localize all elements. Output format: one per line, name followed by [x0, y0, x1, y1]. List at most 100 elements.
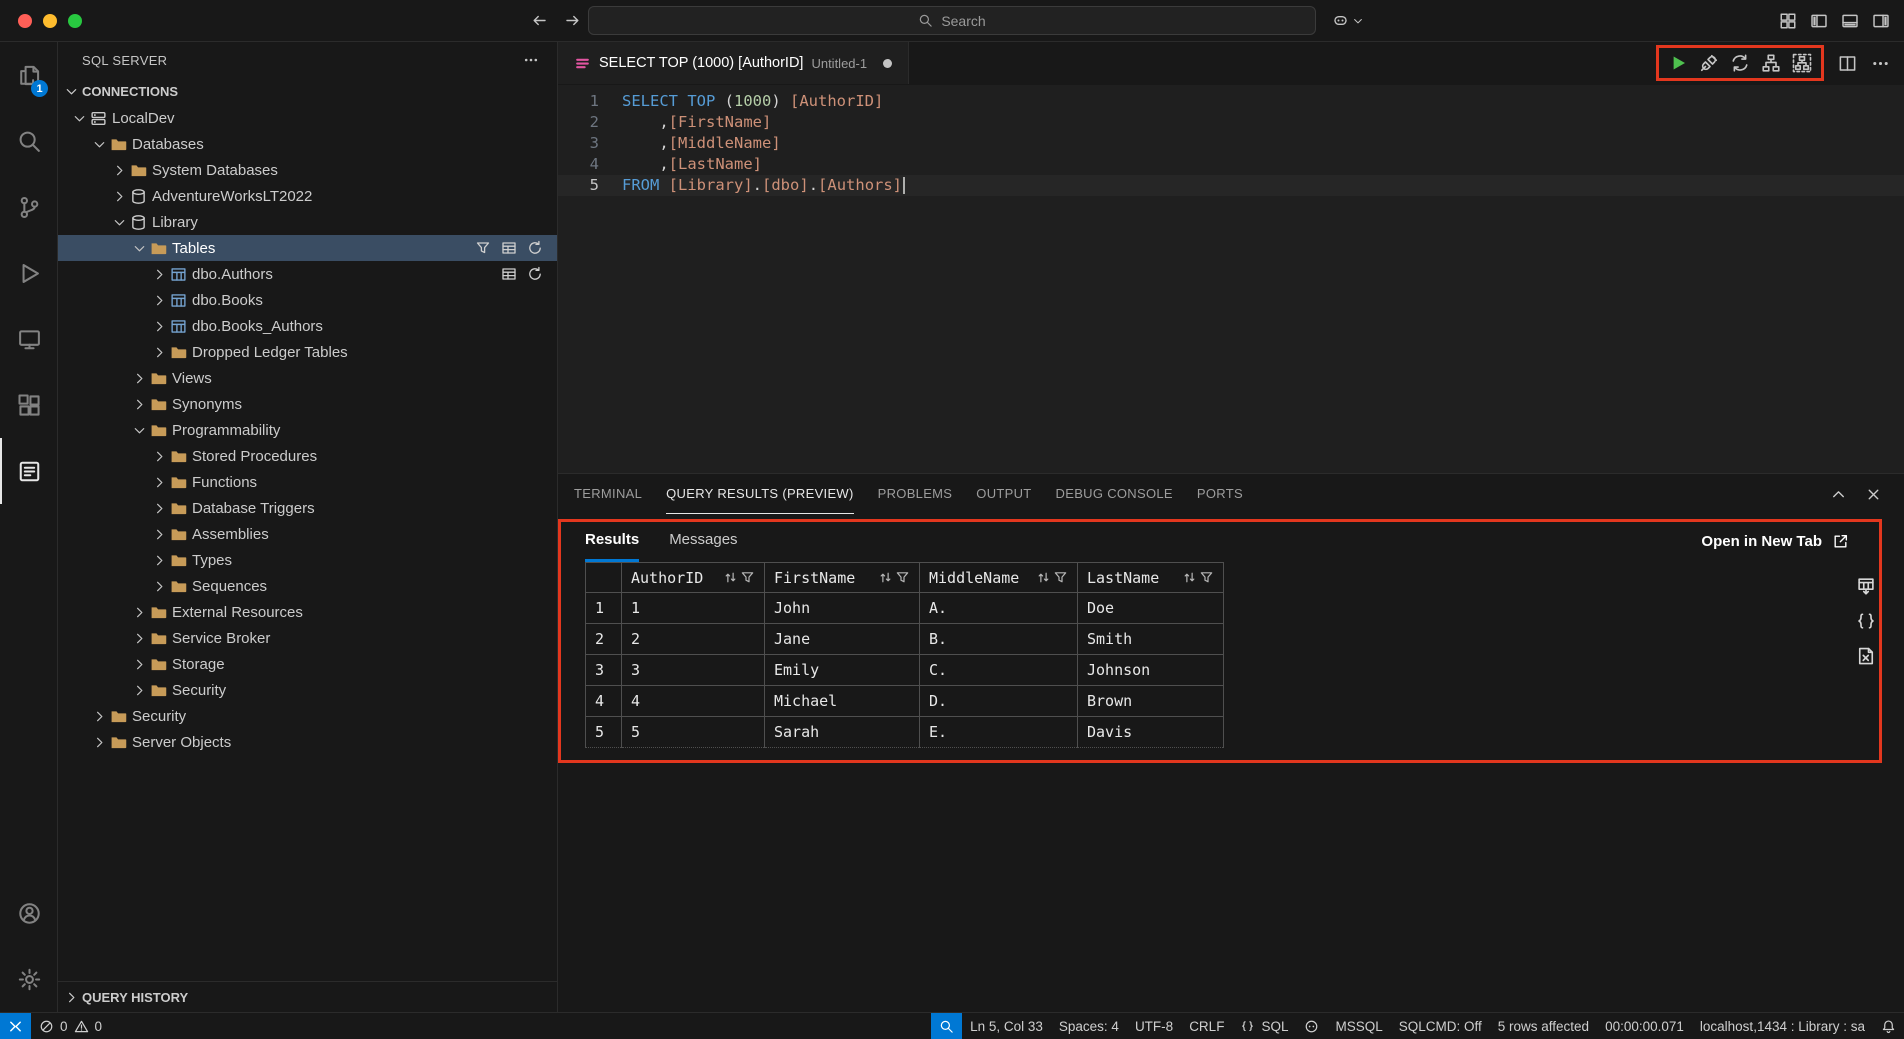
activity-bar-item-explorer[interactable]: 1	[0, 42, 57, 108]
tree-item-synonyms[interactable]: Synonyms	[58, 391, 557, 417]
command-center-search[interactable]: Search	[588, 6, 1316, 35]
toggle-panel-icon[interactable]	[1841, 12, 1859, 30]
row-number-cell[interactable]: 3	[586, 655, 622, 686]
disconnect-icon[interactable]	[1699, 53, 1719, 73]
connections-section-header[interactable]: CONNECTIONS	[58, 78, 557, 105]
refresh-icon[interactable]	[527, 266, 543, 282]
status-mssql-provider[interactable]: MSSQL	[1327, 1013, 1390, 1039]
tree-item-server-objects[interactable]: Server Objects	[58, 729, 557, 755]
column-header-authorid[interactable]: AuthorID	[622, 563, 765, 593]
tree-item-databases[interactable]: Databases	[58, 131, 557, 157]
refresh-icon[interactable]	[527, 240, 543, 256]
back-icon[interactable]	[531, 12, 548, 29]
grid-cell[interactable]: D.	[920, 686, 1078, 717]
status-encoding[interactable]: UTF-8	[1127, 1013, 1181, 1039]
status-zoom[interactable]	[931, 1013, 962, 1039]
split-editor-icon[interactable]	[1838, 54, 1857, 73]
grid-cell[interactable]: Brown	[1078, 686, 1224, 717]
activity-bar-item-extensions[interactable]	[0, 372, 57, 438]
panel-tab-problems[interactable]: PROBLEMS	[878, 474, 953, 514]
grid-cell[interactable]: Sarah	[765, 717, 920, 748]
grid-cell[interactable]: John	[765, 593, 920, 624]
minimize-window-button[interactable]	[43, 14, 57, 28]
toggle-secondary-sidebar-icon[interactable]	[1872, 12, 1890, 30]
close-panel-icon[interactable]	[1865, 486, 1882, 503]
tree-item-localdev[interactable]: LocalDev	[58, 105, 557, 131]
tree-item-external-resources[interactable]: External Resources	[58, 599, 557, 625]
tree-item-dbo-books[interactable]: dbo.Books	[58, 287, 557, 313]
tree-item-programmability[interactable]: Programmability	[58, 417, 557, 443]
activity-bar-item-search[interactable]	[0, 108, 57, 174]
activity-bar-item-source-control[interactable]	[0, 174, 57, 240]
sort-icon[interactable]	[878, 570, 893, 585]
open-in-new-tab-button[interactable]: Open in New Tab	[1701, 520, 1849, 562]
tree-item-system-databases[interactable]: System Databases	[58, 157, 557, 183]
tree-item-security[interactable]: Security	[58, 677, 557, 703]
tree-item-stored-procedures[interactable]: Stored Procedures	[58, 443, 557, 469]
row-number-cell[interactable]: 2	[586, 624, 622, 655]
grid-cell[interactable]: Doe	[1078, 593, 1224, 624]
activity-bar-item-accounts[interactable]	[0, 880, 57, 946]
activity-bar-item-remote-explorer[interactable]	[0, 306, 57, 372]
status-connection[interactable]: localhost,1434 : Library : sa	[1692, 1013, 1873, 1039]
status-sqlcmd[interactable]: SQLCMD: Off	[1391, 1013, 1490, 1039]
grid-cell[interactable]: 3	[622, 655, 765, 686]
filter-icon[interactable]	[475, 240, 491, 256]
tree-item-library[interactable]: Library	[58, 209, 557, 235]
copilot-menu[interactable]	[1332, 12, 1364, 29]
tree-item-dbo-books-authors[interactable]: dbo.Books_Authors	[58, 313, 557, 339]
row-number-cell[interactable]: 5	[586, 717, 622, 748]
save-as-json-icon[interactable]	[1856, 611, 1876, 631]
script-table-icon[interactable]	[501, 266, 517, 282]
column-header-lastname[interactable]: LastName	[1078, 563, 1224, 593]
grid-cell[interactable]: A.	[920, 593, 1078, 624]
row-number-cell[interactable]: 4	[586, 686, 622, 717]
status-rows-affected[interactable]: 5 rows affected	[1490, 1013, 1597, 1039]
activity-bar-item-settings[interactable]	[0, 946, 57, 1012]
enable-actual-plan-icon[interactable]	[1792, 53, 1812, 73]
maximize-window-button[interactable]	[68, 14, 82, 28]
grid-cell[interactable]: E.	[920, 717, 1078, 748]
activity-bar-item-sql-server[interactable]	[0, 438, 57, 504]
tree-item-tables[interactable]: Tables	[58, 235, 557, 261]
tree-item-views[interactable]: Views	[58, 365, 557, 391]
column-header-firstname[interactable]: FirstName	[765, 563, 920, 593]
script-table-icon[interactable]	[501, 240, 517, 256]
column-header-middlename[interactable]: MiddleName	[920, 563, 1078, 593]
status-copilot-status[interactable]	[1296, 1013, 1327, 1039]
filter-icon[interactable]	[740, 570, 755, 585]
estimated-plan-icon[interactable]	[1761, 53, 1781, 73]
tree-item-dropped-ledger-tables[interactable]: Dropped Ledger Tables	[58, 339, 557, 365]
close-window-button[interactable]	[18, 14, 32, 28]
filter-icon[interactable]	[895, 570, 910, 585]
panel-tab-query-results-preview[interactable]: QUERY RESULTS (PREVIEW)	[666, 474, 854, 514]
run-query-icon[interactable]	[1668, 53, 1688, 73]
panel-tab-ports[interactable]: PORTS	[1197, 474, 1243, 514]
change-connection-icon[interactable]	[1730, 53, 1750, 73]
grid-cell[interactable]: 2	[622, 624, 765, 655]
sort-icon[interactable]	[1036, 570, 1051, 585]
status-elapsed-time[interactable]: 00:00:00.071	[1597, 1013, 1692, 1039]
query-history-section-header[interactable]: QUERY HISTORY	[58, 981, 557, 1012]
tree-item-database-triggers[interactable]: Database Triggers	[58, 495, 557, 521]
code-editor[interactable]: 1SELECT TOP (1000) [AuthorID]2 ,[FirstNa…	[558, 85, 1904, 473]
panel-tab-output[interactable]: OUTPUT	[976, 474, 1031, 514]
status-problems[interactable]: 00	[31, 1013, 110, 1039]
grid-cell[interactable]: C.	[920, 655, 1078, 686]
tree-item-dbo-authors[interactable]: dbo.Authors	[58, 261, 557, 287]
grid-cell[interactable]: Michael	[765, 686, 920, 717]
toggle-primary-sidebar-icon[interactable]	[1810, 12, 1828, 30]
customize-layout-icon[interactable]	[1779, 12, 1797, 30]
grid-cell[interactable]: Smith	[1078, 624, 1224, 655]
filter-icon[interactable]	[1053, 570, 1068, 585]
editor-more-actions-icon[interactable]	[1871, 54, 1890, 73]
forward-icon[interactable]	[564, 12, 581, 29]
results-tab-messages[interactable]: Messages	[669, 520, 737, 562]
grid-cell[interactable]: 5	[622, 717, 765, 748]
tree-item-security[interactable]: Security	[58, 703, 557, 729]
status-indentation[interactable]: Spaces: 4	[1051, 1013, 1127, 1039]
grid-cell[interactable]: Jane	[765, 624, 920, 655]
grid-cell[interactable]: Davis	[1078, 717, 1224, 748]
tree-item-types[interactable]: Types	[58, 547, 557, 573]
grid-cell[interactable]: 4	[622, 686, 765, 717]
